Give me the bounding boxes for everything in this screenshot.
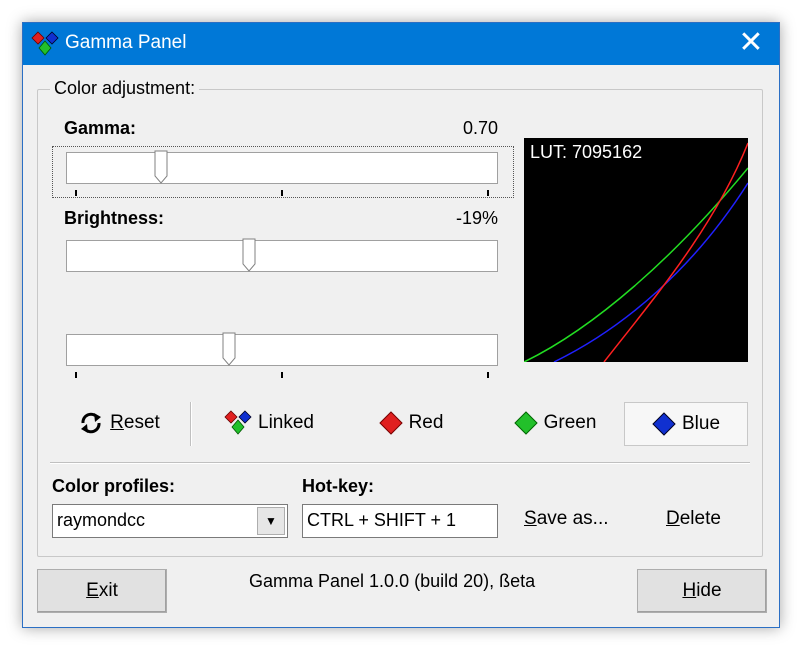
lut-preview: LUT: 7095162 — [524, 138, 748, 362]
linked-diamonds-icon — [224, 410, 252, 435]
horizontal-separator — [50, 462, 750, 464]
window-title: Gamma Panel — [65, 32, 187, 53]
blue-diamond-icon — [652, 412, 676, 436]
red-button[interactable]: Red — [356, 402, 466, 444]
contrast-slider-track[interactable] — [66, 334, 498, 366]
hide-button[interactable]: Hide — [637, 569, 767, 613]
brightness-slider-track[interactable] — [66, 240, 498, 272]
red-diamond-icon — [378, 411, 403, 435]
status-text: Gamma Panel 1.0.0 (build 20), ßeta — [249, 571, 536, 591]
gamma-tick — [75, 190, 77, 196]
profiles-label: Color profiles: — [52, 476, 176, 496]
delete-label: elete — [679, 508, 721, 529]
contrast-tick — [281, 372, 283, 378]
hotkey-field[interactable]: CTRL + SHIFT + 1 — [302, 504, 498, 538]
reset-label: eset — [123, 412, 160, 433]
gamma-tick — [487, 190, 489, 196]
lut-curves — [524, 142, 748, 362]
green-label: Green — [543, 412, 597, 433]
green-button[interactable]: Green — [496, 402, 614, 444]
hide-label: ide — [696, 580, 722, 601]
brightness-value: -19% — [455, 208, 498, 228]
contrast-tick — [487, 372, 489, 378]
blue-button[interactable]: Blue — [624, 402, 748, 446]
delete-hotkey: D — [666, 508, 680, 529]
hide-hotkey: H — [682, 580, 697, 601]
color-adjustment-group: Color adjustment: Gamma: 0.70 Brightness… — [37, 78, 763, 557]
gamma-slider-thumb[interactable] — [154, 150, 168, 184]
gamma-slider-track[interactable] — [66, 152, 498, 184]
brightness-label: Brightness: — [64, 208, 165, 228]
title-bar[interactable]: Gamma Panel ✕ — [23, 23, 779, 65]
profiles-dropdown[interactable]: raymondcc ▼ — [52, 504, 288, 538]
reset-button[interactable]: Reset — [64, 402, 174, 444]
reset-hotkey: R — [110, 412, 124, 433]
profiles-selected: raymondcc — [57, 510, 146, 530]
gamma-panel-window: Gamma Panel ✕ Color adjustment: Gamma: 0… — [22, 22, 780, 628]
hotkey-label: Hot-key: — [302, 476, 375, 496]
brightness-slider-thumb[interactable] — [242, 238, 256, 272]
gamma-label: Gamma: — [64, 118, 137, 138]
hotkey-value: CTRL + SHIFT + 1 — [307, 510, 457, 530]
linked-label: Linked — [258, 412, 314, 433]
toolbar-separator — [190, 402, 192, 446]
gamma-tick — [281, 190, 283, 196]
red-label: Red — [408, 412, 444, 433]
green-diamond-icon — [513, 411, 538, 435]
gamma-panel-icon — [31, 31, 59, 56]
chevron-down-icon[interactable]: ▼ — [257, 507, 285, 535]
exit-button[interactable]: Exit — [37, 569, 167, 613]
close-button[interactable]: ✕ — [723, 23, 779, 65]
contrast-slider-thumb[interactable] — [222, 332, 236, 366]
gamma-value: 0.70 — [462, 118, 498, 138]
exit-hotkey: E — [86, 580, 99, 601]
group-label: Color adjustment: — [50, 78, 200, 99]
exit-label: xit — [98, 580, 118, 601]
blue-label: Blue — [681, 413, 721, 434]
linked-button[interactable]: Linked — [214, 402, 324, 444]
delete-button[interactable]: Delete — [666, 508, 721, 530]
save-as-hotkey: S — [524, 508, 537, 529]
contrast-tick — [75, 372, 77, 378]
reset-icon — [81, 412, 102, 434]
save-as-button[interactable]: Save as... — [524, 508, 609, 530]
save-as-label: ave as... — [536, 508, 609, 529]
lut-label: LUT: 7095162 — [530, 142, 643, 162]
